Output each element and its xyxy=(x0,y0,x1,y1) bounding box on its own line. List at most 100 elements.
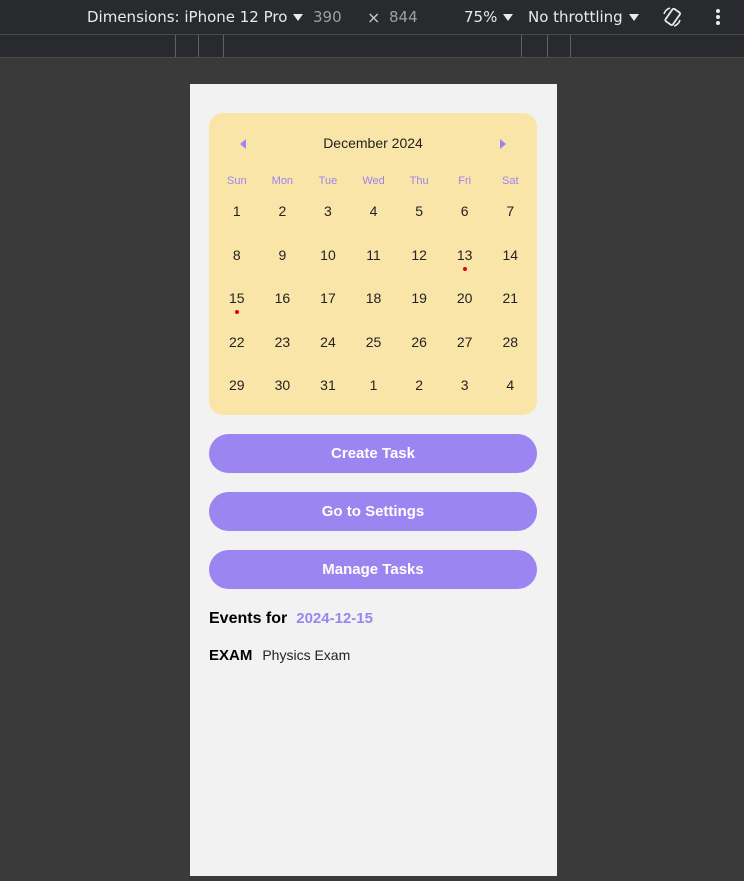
calendar-day[interactable]: 31 xyxy=(305,371,351,415)
month-title: December 2024 xyxy=(323,135,423,151)
rotate-icon[interactable] xyxy=(660,0,684,34)
calendar-day-label: 24 xyxy=(320,333,336,350)
viewport-width-input[interactable]: 390 xyxy=(313,0,342,34)
calendar-day[interactable]: 20 xyxy=(442,284,488,328)
create-task-button[interactable]: Create Task xyxy=(209,434,537,473)
events-label: Events for xyxy=(209,610,288,627)
calendar-day-label: 27 xyxy=(456,333,473,350)
viewport-height-input[interactable]: 844 xyxy=(389,0,418,34)
calendar-day[interactable]: 5 xyxy=(396,197,442,241)
calendar-day[interactable]: 2 xyxy=(396,371,442,415)
calendar-day-label: 15 xyxy=(229,290,245,306)
calendar-day[interactable]: 11 xyxy=(351,241,397,285)
weekday-row: Sun Mon Tue Wed Thu Fri Sat xyxy=(214,175,533,191)
calendar-day[interactable]: 16 xyxy=(260,284,306,328)
weekday-label: Sun xyxy=(227,175,247,187)
event-type: EXAM xyxy=(209,647,253,664)
calendar-day-label: 12 xyxy=(411,246,427,263)
calendar-day-label: 30 xyxy=(274,377,291,393)
chevron-down-icon xyxy=(503,13,514,21)
calendar-day[interactable]: 10 xyxy=(305,241,351,285)
calendar-day[interactable]: 22 xyxy=(214,328,260,372)
calendar-day[interactable]: 6 xyxy=(442,197,488,241)
calendar-day-label: 5 xyxy=(415,203,423,219)
calendar-day[interactable]: 18 xyxy=(351,284,397,328)
ruler-tick xyxy=(570,35,571,57)
calendar-day-label: 7 xyxy=(506,203,515,219)
ruler-tick xyxy=(521,35,522,57)
calendar-day-label: 13 xyxy=(456,246,473,263)
throttling-label: No throttling xyxy=(528,8,623,26)
event-title: Physics Exam xyxy=(262,647,351,663)
calendar-day[interactable]: 4 xyxy=(487,371,533,415)
calendar-day-label: 22 xyxy=(229,333,245,350)
more-vertical-icon[interactable] xyxy=(710,0,726,34)
calendar-week: 1 2 3 4 5 6 7 xyxy=(214,197,533,241)
calendar-day[interactable]: 1 xyxy=(214,197,260,241)
calendar-day-label: 3 xyxy=(324,203,332,219)
calendar-day[interactable]: 26 xyxy=(396,328,442,372)
calendar-day[interactable]: 27 xyxy=(442,328,488,372)
weekday-label: Tue xyxy=(318,175,338,187)
zoom-label: 75% xyxy=(464,8,498,26)
calendar-day-label: 21 xyxy=(502,290,519,306)
calendar-day[interactable]: 9 xyxy=(260,241,306,285)
calendar-day[interactable]: 28 xyxy=(487,328,533,372)
calendar-day[interactable]: 23 xyxy=(260,328,306,372)
calendar-day[interactable]: 7 xyxy=(487,197,533,241)
calendar-day[interactable]: 13 xyxy=(442,241,488,285)
arrow-right-icon[interactable] xyxy=(500,139,506,149)
calendar-day[interactable]: 19 xyxy=(396,284,442,328)
calendar-day[interactable]: 4 xyxy=(351,197,397,241)
weekday-label: Wed xyxy=(362,175,385,187)
calendar-day-label: 17 xyxy=(320,290,336,306)
calendar-day-label: 20 xyxy=(456,290,473,306)
calendar-day[interactable]: 1 xyxy=(351,371,397,415)
calendar-week: 8 9 10 11 12 13 14 xyxy=(214,241,533,285)
ruler-tick xyxy=(198,35,199,57)
go-to-settings-button[interactable]: Go to Settings xyxy=(209,492,537,531)
calendar-day[interactable]: 24 xyxy=(305,328,351,372)
calendar-day-label: 18 xyxy=(365,290,382,306)
calendar-day-label: 1 xyxy=(232,203,241,219)
event-marker-dot xyxy=(234,310,239,314)
calendar-day[interactable]: 3 xyxy=(305,197,351,241)
device-dimensions-label: Dimensions: iPhone 12 Pro xyxy=(87,8,288,26)
calendar-day-label: 2 xyxy=(278,203,287,219)
device-dimensions-select[interactable]: Dimensions: iPhone 12 Pro xyxy=(87,0,304,34)
calendar-day-label: 4 xyxy=(369,203,378,219)
manage-tasks-button[interactable]: Manage Tasks xyxy=(209,550,537,589)
calendar-day[interactable]: 14 xyxy=(487,241,533,285)
device-viewport: December 2024 Sun Mon Tue Wed Thu Fri Sa… xyxy=(190,84,557,876)
zoom-select[interactable]: 75% xyxy=(464,0,514,34)
calendar-day-label: 25 xyxy=(365,333,382,350)
media-query-ruler xyxy=(0,34,744,58)
calendar-week: 29 30 31 1 2 3 4 xyxy=(214,371,533,415)
calendar-day-label: 1 xyxy=(369,377,378,393)
calendar-day[interactable]: 29 xyxy=(214,371,260,415)
calendar-day-label: 10 xyxy=(320,246,336,263)
calendar-day-label: 23 xyxy=(274,333,291,350)
chevron-down-icon xyxy=(628,13,639,21)
calendar-day-label: 19 xyxy=(411,290,427,306)
calendar-header: December 2024 xyxy=(209,133,537,155)
calendar-day[interactable]: 15 xyxy=(214,284,260,328)
calendar-day[interactable]: 2 xyxy=(260,197,306,241)
ruler-tick xyxy=(547,35,548,57)
calendar-day-label: 6 xyxy=(460,203,469,219)
calendar-day[interactable]: 3 xyxy=(442,371,488,415)
events-date: 2024-12-15 xyxy=(296,610,373,627)
weekday-label: Fri xyxy=(458,175,472,187)
calendar-day[interactable]: 17 xyxy=(305,284,351,328)
chevron-down-icon xyxy=(293,13,304,21)
calendar-day[interactable]: 8 xyxy=(214,241,260,285)
weekday-label: Mon xyxy=(271,175,294,187)
calendar-day[interactable]: 30 xyxy=(260,371,306,415)
weekday-label: Thu xyxy=(409,175,429,187)
calendar-day[interactable]: 12 xyxy=(396,241,442,285)
calendar-day-label: 11 xyxy=(366,246,381,263)
ruler-tick xyxy=(223,35,224,57)
throttling-select[interactable]: No throttling xyxy=(528,0,639,34)
calendar-day[interactable]: 25 xyxy=(351,328,397,372)
calendar-day[interactable]: 21 xyxy=(487,284,533,328)
